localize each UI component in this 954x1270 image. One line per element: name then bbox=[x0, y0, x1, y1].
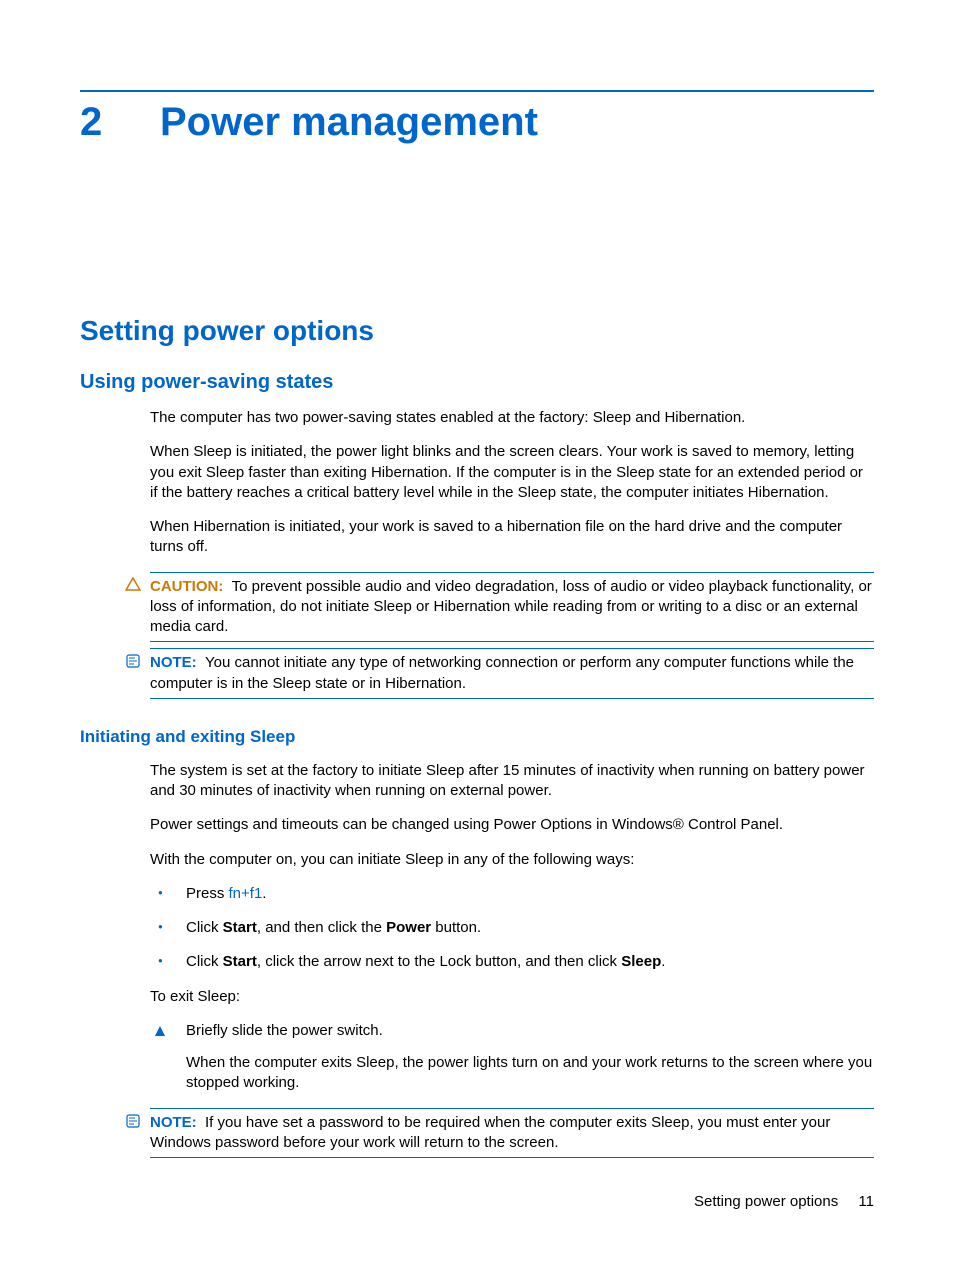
chapter-number: 2 bbox=[80, 100, 160, 145]
section-heading: Setting power options bbox=[80, 315, 874, 347]
bullet-list: Press fn+f1. Click Start, and then click… bbox=[150, 884, 874, 973]
note-callout: NOTE: If you have set a password to be r… bbox=[150, 1108, 874, 1159]
paragraph: Power settings and timeouts can be chang… bbox=[150, 815, 874, 835]
paragraph: When Hibernation is initiated, your work… bbox=[150, 517, 874, 558]
caution-icon bbox=[122, 577, 144, 596]
paragraph: With the computer on, you can initiate S… bbox=[150, 850, 874, 870]
paragraph: To exit Sleep: bbox=[150, 987, 874, 1007]
note-icon bbox=[122, 1113, 144, 1134]
document-page: 2 Power management Setting power options… bbox=[0, 0, 954, 1270]
note-text: NOTE: If you have set a password to be r… bbox=[150, 1113, 874, 1154]
note-icon bbox=[122, 653, 144, 674]
caution-label: CAUTION: bbox=[150, 578, 223, 595]
key-link[interactable]: fn+f1 bbox=[229, 885, 263, 902]
subsubsection-heading: Initiating and exiting Sleep bbox=[80, 727, 874, 747]
paragraph: The system is set at the factory to init… bbox=[150, 761, 874, 802]
note-text: NOTE: You cannot initiate any type of ne… bbox=[150, 653, 874, 694]
caution-text: CAUTION: To prevent possible audio and v… bbox=[150, 577, 874, 638]
body-block: The computer has two power-saving states… bbox=[150, 408, 874, 558]
paragraph: The computer has two power-saving states… bbox=[150, 408, 874, 428]
chapter-title: Power management bbox=[160, 100, 538, 145]
step-list: Briefly slide the power switch. When the… bbox=[150, 1021, 874, 1094]
chapter-heading: 2 Power management bbox=[80, 100, 874, 145]
paragraph: When Sleep is initiated, the power light… bbox=[150, 442, 874, 503]
note-label: NOTE: bbox=[150, 654, 197, 671]
subsection-heading: Using power-saving states bbox=[80, 371, 874, 394]
list-item: Click Start, and then click the Power bu… bbox=[150, 918, 874, 938]
caution-callout: CAUTION: To prevent possible audio and v… bbox=[150, 572, 874, 643]
step-sub-paragraph: When the computer exits Sleep, the power… bbox=[186, 1053, 874, 1094]
body-block: The system is set at the factory to init… bbox=[150, 761, 874, 1094]
step-marker-icon bbox=[154, 1023, 166, 1043]
page-number: 11 bbox=[858, 1193, 874, 1210]
step-text: Briefly slide the power switch. bbox=[186, 1022, 383, 1039]
note-label: NOTE: bbox=[150, 1114, 197, 1131]
step-item: Briefly slide the power switch. When the… bbox=[150, 1021, 874, 1094]
chapter-rule bbox=[80, 90, 874, 92]
list-item: Press fn+f1. bbox=[150, 884, 874, 904]
note-body: You cannot initiate any type of networki… bbox=[150, 654, 854, 691]
note-callout: NOTE: You cannot initiate any type of ne… bbox=[150, 648, 874, 699]
note-body: If you have set a password to be require… bbox=[150, 1114, 830, 1151]
list-item: Click Start, click the arrow next to the… bbox=[150, 952, 874, 972]
page-footer: Setting power options 11 bbox=[694, 1193, 874, 1210]
caution-body: To prevent possible audio and video degr… bbox=[150, 578, 872, 636]
footer-section: Setting power options bbox=[694, 1193, 838, 1210]
